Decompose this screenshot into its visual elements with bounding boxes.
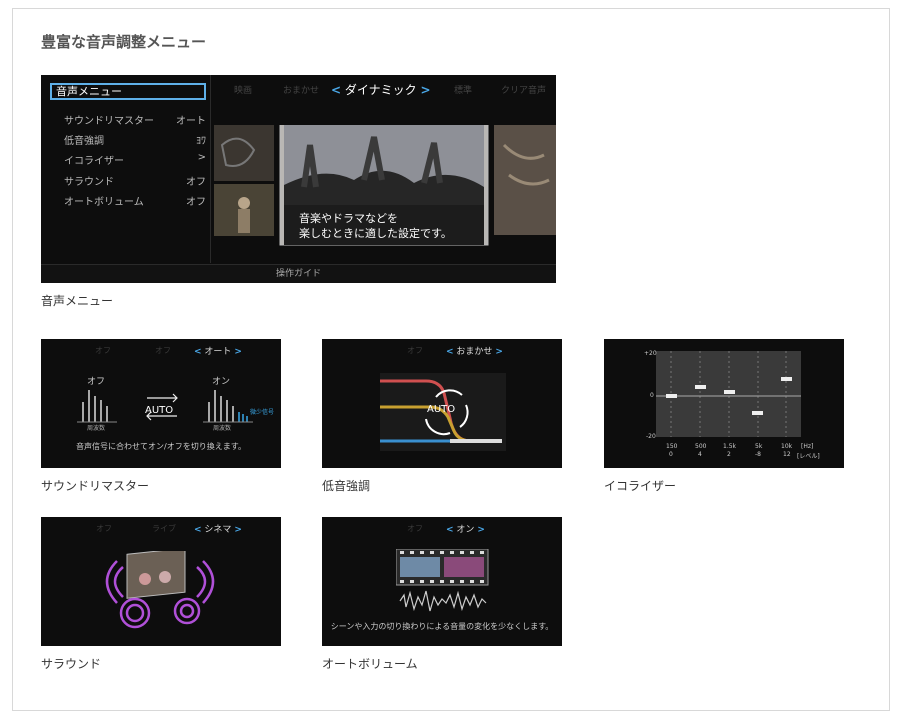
menu-item: オートボリューム オフ xyxy=(64,197,206,208)
chevron-left-icon: < xyxy=(194,525,202,535)
band-label: 5k xyxy=(755,443,763,450)
band-label: 150 xyxy=(666,443,678,450)
nav-option: オフ xyxy=(155,346,171,355)
selected-option: < シネマ > xyxy=(194,525,242,535)
equalizer-screenshot[interactable]: +20 0 -20 150 500 1.5k 5k 10k [Hz] 0 4 2… xyxy=(604,339,844,468)
axis-label: 周波数 xyxy=(87,425,106,432)
menu-item: サウンドリマスター オート xyxy=(64,116,206,127)
off-label: オフ xyxy=(87,377,106,387)
chevron-right-icon: > xyxy=(495,347,503,357)
level-value: 12 xyxy=(783,451,791,458)
chevron-right-icon: > xyxy=(420,83,431,97)
on-label: オン xyxy=(212,377,231,387)
y-axis-label: +20 xyxy=(644,350,657,357)
caption-surround: サラウンド xyxy=(41,657,102,671)
level-value: 4 xyxy=(698,451,702,458)
operation-guide: 操作ガイド xyxy=(41,264,556,283)
selected-mode: < ダイナミック > xyxy=(331,83,431,97)
sound-menu-screenshot[interactable]: 音声メニュー サウンドリマスター オート 低音強調 ﾖﾜ イコライザー > サラウンド… xyxy=(41,75,556,283)
mode-option: おまかせ xyxy=(283,86,320,96)
caption-auto-volume: オートボリューム xyxy=(322,657,418,671)
mode-option: 標準 xyxy=(454,86,473,96)
auto-volume-description: シーンや入力の切り換わりによる音量の変化を少なくします。 xyxy=(330,622,554,631)
section-heading: 豊富な音声調整メニュー xyxy=(41,33,207,51)
caption-sound-menu: 音声メニュー xyxy=(41,294,114,308)
nav-option: オフ xyxy=(95,346,111,355)
level-value: 2 xyxy=(727,451,731,458)
level-value: 0 xyxy=(669,451,673,458)
nav-option: ライブ xyxy=(152,524,176,533)
auto-volume-screenshot[interactable]: オフ < オン > シーンや入力の切り換わりによる音量の変化を少なくします。 xyxy=(322,517,562,646)
selected-option: < オート > xyxy=(194,347,242,357)
mode-option: 映画 xyxy=(234,86,253,96)
caption-bass-boost: 低音強調 xyxy=(322,479,371,493)
chevron-left-icon: < xyxy=(331,83,342,97)
band-label: 10k xyxy=(781,443,793,450)
y-axis-label: -20 xyxy=(646,433,656,440)
nav-option: オフ xyxy=(407,346,423,355)
chevron-right-icon: > xyxy=(477,525,485,535)
y-axis-label: 0 xyxy=(650,392,654,399)
mode-option: クリア音声 xyxy=(501,86,547,96)
surround-graphic xyxy=(105,551,215,629)
auto-label: AUTO xyxy=(145,405,174,416)
auto-label: AUTO xyxy=(427,404,456,415)
axis-label: 周波数 xyxy=(213,425,232,432)
menu-item: イコライザー > xyxy=(64,152,206,167)
level-label: [レベル] xyxy=(797,453,820,460)
menu-item: 低音強調 ﾖﾜ xyxy=(64,136,206,147)
band-label: 500 xyxy=(695,443,707,450)
caption-sound-remaster: サウンドリマスター xyxy=(41,479,150,493)
auto-volume-graphic xyxy=(396,549,489,612)
nav-option: オフ xyxy=(96,524,112,533)
caption-equalizer: イコライザー xyxy=(604,479,677,493)
chevron-right-icon: > xyxy=(234,525,242,535)
chevron-left-icon: < xyxy=(446,525,454,535)
mode-description: 音楽やドラマなどを 楽しむときに適した設定です。 xyxy=(299,212,452,240)
chevron-left-icon: < xyxy=(446,347,454,357)
menu-item: サラウンド オフ xyxy=(64,177,206,188)
selected-option: < オン > xyxy=(446,525,485,535)
small-signal-label: 微少信号 xyxy=(250,409,275,416)
chevron-left-icon: < xyxy=(194,347,202,357)
level-value: -8 xyxy=(755,451,761,458)
bass-boost-screenshot[interactable]: オフ < おまかせ > AUTO xyxy=(322,339,562,468)
remaster-description: 音声信号に合わせてオン/オフを切り換えます。 xyxy=(76,442,246,451)
band-label: 1.5k xyxy=(723,443,737,450)
hz-label: [Hz] xyxy=(801,443,814,450)
sound-menu-panel: 音声メニュー サウンドリマスター オート 低音強調 ﾖﾜ イコライザー > サラウンド… xyxy=(41,75,211,263)
menu-title: 音声メニュー xyxy=(50,83,206,100)
surround-screenshot[interactable]: オフ ライブ < シネマ > xyxy=(41,517,281,646)
chevron-right-icon: > xyxy=(234,347,242,357)
sound-remaster-screenshot[interactable]: オフ オフ < オート > オフ オン AUTO 周波数 周波数 微少信号 音声… xyxy=(41,339,281,468)
selected-option: < おまかせ > xyxy=(446,347,503,357)
nav-option: オフ xyxy=(407,524,423,533)
